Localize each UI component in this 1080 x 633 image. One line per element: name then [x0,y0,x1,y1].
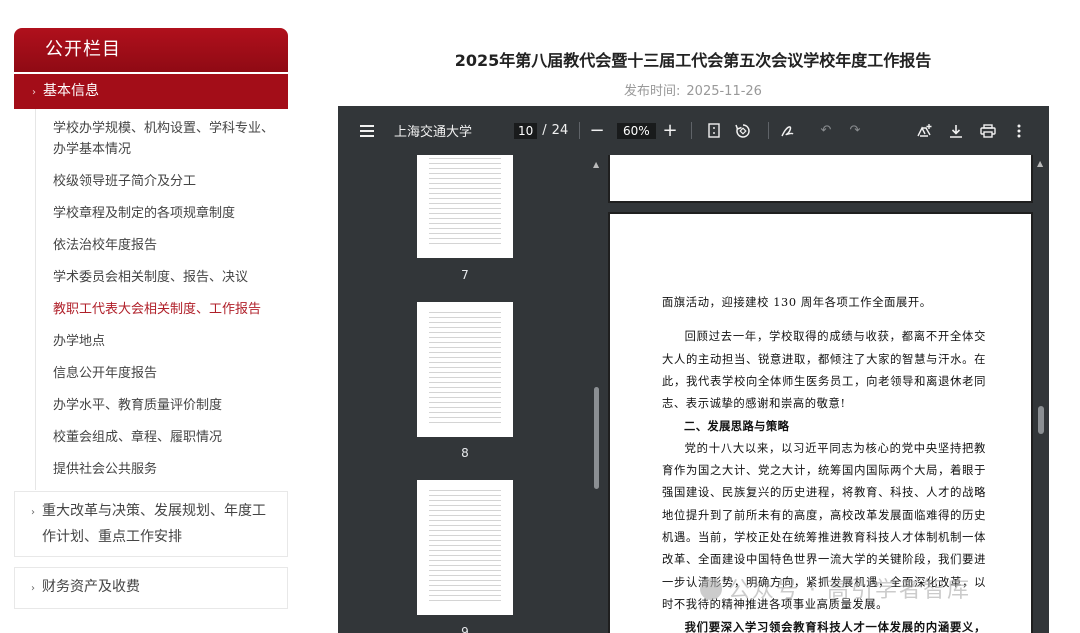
zoom-out-icon[interactable]: − [589,106,605,155]
sidebar-category-label: 重大改革与决策、发展规划、年度工作计划、重点工作安排 [42,503,266,545]
sidebar-sub-item[interactable]: 依法治校年度报告 [14,235,288,256]
sidebar-sub-list: 学校办学规模、机构设置、学科专业、办学基本情况 校级领导班子简介及分工 学校章程… [14,109,288,490]
scroll-up-arrow-icon[interactable]: ▲ [1037,159,1043,168]
undo-icon[interactable]: ↶ [818,106,834,155]
previous-page [608,155,1033,203]
current-page: 面旗活动，迎接建校 130 周年各项工作全面展开。 回顾过去一年，学校取得的成绩… [608,212,1033,633]
sidebar-section-basic-info[interactable]: › 基本信息 [14,74,288,109]
annotate-icon[interactable] [779,106,797,155]
sidebar-category-label: 财务资产及收费 [42,579,140,595]
thumbnail-page[interactable] [417,480,513,615]
sidebar-sub-item[interactable]: 学术委员会相关制度、报告、决议 [14,267,288,288]
sidebar-sub-item-current[interactable]: 教职工代表大会相关制度、工作报告 [14,299,288,320]
add-to-drive-icon[interactable] [914,106,934,155]
sidebar-category-reform[interactable]: › 重大改革与决策、发展规划、年度工作计划、重点工作安排 [14,491,288,557]
redo-icon[interactable]: ↷ [847,106,863,155]
sidebar-sub-item[interactable]: 办学地点 [14,331,288,352]
page-paragraph: 回顾过去一年，学校取得的成绩与收获，都离不开全体交大人的主动担当、锐意进取，都倾… [662,330,986,411]
page-paragraph: 面旗活动，迎接建校 130 周年各项工作全面展开。 [662,296,932,309]
thumbnail-label: 8 [461,446,469,460]
watermark: 公众号 · 高引学者智库 [700,572,971,604]
watermark-text: 公众号 · 高引学者智库 [728,578,971,603]
page-separator: / [542,123,547,138]
sidebar-header: 公开栏目 [14,28,288,72]
pdf-viewer: 上海交通大学 10 / 24 − 60% + ↶ ↷ ▲ 7 8 9 面旗活动，… [338,106,1049,633]
rotate-icon[interactable] [734,106,752,155]
pdf-doc-title: 上海交通大学 [394,125,473,140]
toolbar-divider [579,122,580,139]
zoom-in-icon[interactable]: + [662,106,678,155]
sidebar-sub-item[interactable]: 提供社会公共服务 [14,459,288,480]
download-icon[interactable] [947,106,965,155]
sidebar-sub-item[interactable]: 办学水平、教育质量评价制度 [14,395,288,416]
pdf-toolbar: 上海交通大学 10 / 24 − 60% + ↶ ↷ [338,106,1049,155]
page-total: 24 [551,123,569,138]
page-heading: 二、发展思路与策略 [684,419,790,434]
chevron-right-icon: › [31,507,35,518]
thumbnail-panel[interactable]: ▲ 7 8 9 [338,155,602,633]
publish-date-label: 发布时间: [624,84,681,99]
document-area[interactable]: 面旗活动，迎接建校 130 周年各项工作全面展开。 回顾过去一年，学校取得的成绩… [602,155,1049,633]
sidebar-sub-item[interactable]: 学校办学规模、机构设置、学科专业、办学基本情况 [14,118,288,160]
document-scrollbar[interactable] [1038,406,1044,434]
more-options-icon[interactable] [1013,106,1025,155]
fit-page-icon[interactable] [705,106,723,155]
article-title: 2025年第八届教代会暨十三届工代会第五次会议学校年度工作报告 [454,51,932,70]
sidebar-category-finance[interactable]: › 财务资产及收费 [14,567,288,609]
sidebar-section-label: 基本信息 [43,83,99,99]
page-paragraph: 我们要深入学习领会教育科技人才一体发展的内涵要义，勇 [684,620,986,633]
thumbnail-page[interactable] [417,302,513,437]
page-indicator: 10 / 24 [514,106,568,155]
thumbnail-label: 7 [461,268,469,282]
sidebar-sub-item[interactable]: 学校章程及制定的各项规章制度 [14,203,288,224]
chevron-right-icon: › [31,583,35,594]
thumbnail-page[interactable] [417,155,513,258]
publish-date: 发布时间: 2025-11-26 [338,80,1048,99]
zoom-level[interactable]: 60% [617,106,656,155]
menu-icon[interactable] [356,106,378,155]
sidebar-sub-item[interactable]: 校级领导班子简介及分工 [14,171,288,192]
toolbar-divider [768,122,769,139]
thumbnail-scrollbar[interactable] [594,387,599,489]
toolbar-divider [691,122,692,139]
publish-date-value: 2025-11-26 [686,84,762,99]
wechat-icon [700,578,722,600]
sidebar: 公开栏目 › 基本信息 学校办学规模、机构设置、学科专业、办学基本情况 校级领导班… [14,28,288,609]
sidebar-sub-item[interactable]: 信息公开年度报告 [14,363,288,384]
sidebar-sub-item[interactable]: 校董会组成、章程、履职情况 [14,427,288,448]
chevron-right-icon: › [32,87,36,98]
scroll-up-arrow-icon[interactable]: ▲ [593,160,599,169]
page-number-input[interactable]: 10 [514,122,538,139]
zoom-input[interactable]: 60% [617,122,656,139]
thumbnail-label: 9 [461,625,469,633]
print-icon[interactable] [979,106,997,155]
